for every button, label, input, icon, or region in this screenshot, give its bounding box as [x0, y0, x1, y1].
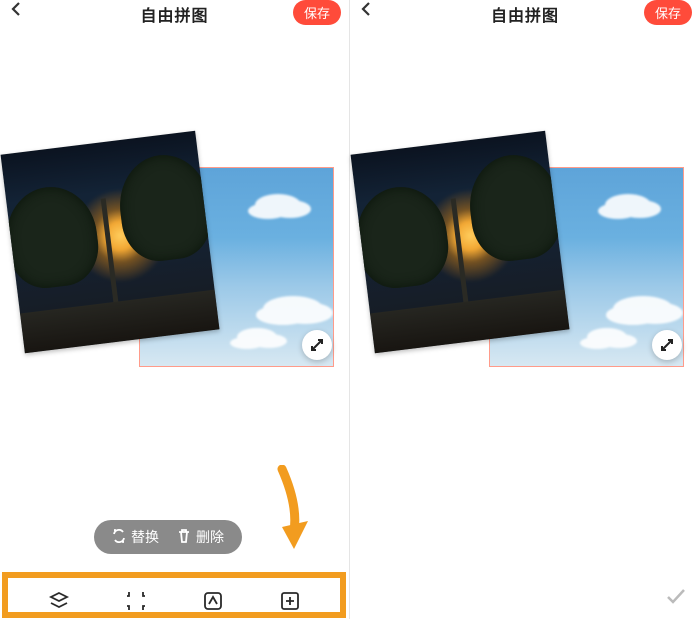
collage-canvas[interactable] — [354, 92, 694, 432]
back-button[interactable] — [10, 2, 28, 20]
bottom-toolbar — [0, 583, 349, 619]
collage-canvas[interactable] — [4, 92, 344, 432]
page-title: 自由拼图 — [140, 2, 208, 26]
expand-handle[interactable] — [302, 330, 332, 360]
page-title: 自由拼图 — [491, 2, 559, 26]
save-button[interactable]: 保存 — [644, 0, 692, 25]
layers-icon[interactable] — [47, 589, 71, 613]
photo-action-pill: 替换 删除 — [94, 520, 242, 554]
replace-button[interactable]: 替换 — [112, 527, 159, 547]
back-button[interactable] — [360, 2, 378, 20]
save-button[interactable]: 保存 — [293, 0, 341, 25]
replace-icon — [112, 529, 126, 546]
delete-button[interactable]: 删除 — [177, 527, 224, 547]
replace-label: 替换 — [131, 527, 159, 547]
annotation-arrow — [272, 465, 312, 560]
trash-icon — [177, 529, 191, 546]
edit-icon[interactable] — [201, 589, 225, 613]
confirm-button[interactable] — [664, 584, 688, 613]
frame-icon[interactable] — [124, 589, 148, 613]
photo-night-trees[interactable] — [351, 131, 570, 353]
expand-handle[interactable] — [652, 330, 682, 360]
add-icon[interactable] — [278, 589, 302, 613]
delete-label: 删除 — [196, 527, 224, 547]
photo-night-trees[interactable] — [1, 131, 220, 353]
